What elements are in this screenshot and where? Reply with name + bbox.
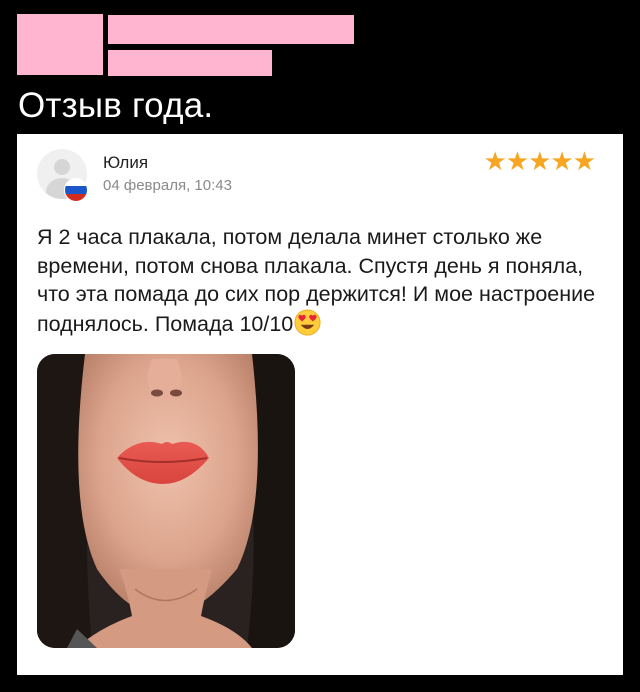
star-rating: ★★★★★ bbox=[483, 146, 596, 176]
redaction-block bbox=[108, 50, 272, 76]
review-card: Юлия 04 февраля, 10:43 ★★★★★ Я 2 часа пл… bbox=[17, 134, 623, 675]
review-photo[interactable] bbox=[37, 354, 295, 648]
review-date: 04 февраля, 10:43 bbox=[103, 177, 232, 194]
review-text-block: Я 2 часа плакала, потом делала минет сто… bbox=[37, 223, 607, 338]
caption: Отзыв года. bbox=[18, 86, 214, 125]
heart-eyes-emoji-icon bbox=[294, 308, 321, 336]
redaction-block bbox=[17, 14, 103, 75]
author-name: Юлия bbox=[103, 153, 149, 172]
redaction-block bbox=[108, 15, 354, 44]
russia-flag-icon bbox=[64, 178, 88, 202]
